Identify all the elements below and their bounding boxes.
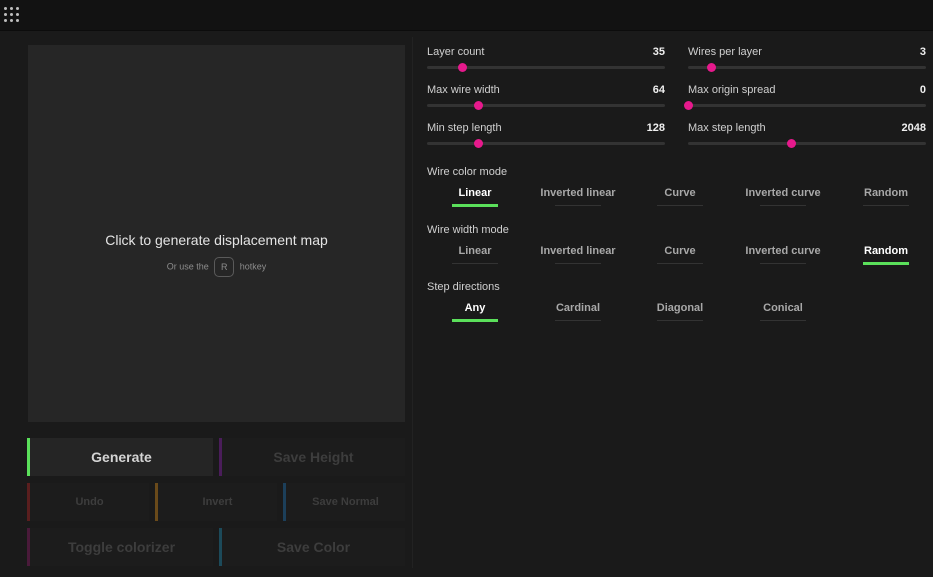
- option-label: Diagonal: [656, 302, 704, 314]
- step-directions-label: Step directions: [427, 281, 500, 293]
- option-underline: [452, 204, 498, 207]
- slider-thumb[interactable]: [786, 139, 796, 148]
- slider-track[interactable]: [688, 63, 926, 72]
- max-step-length-slider[interactable]: Max step length 2048: [688, 113, 926, 148]
- wires-per-layer-slider[interactable]: Wires per layer 3: [688, 37, 926, 72]
- slider-thumb[interactable]: [684, 101, 693, 110]
- hint-prefix: Or use the: [166, 261, 209, 272]
- wire-width-option-linear[interactable]: Linear: [429, 243, 521, 264]
- wire-color-option-curve[interactable]: Curve: [634, 185, 726, 206]
- toggle-colorizer-button[interactable]: Toggle colorizer: [27, 528, 213, 566]
- option-underline: [760, 320, 806, 321]
- generate-button[interactable]: Generate: [27, 438, 213, 476]
- slider-thumb[interactable]: [473, 101, 483, 110]
- invert-button[interactable]: Invert: [155, 483, 277, 521]
- wire-width-option-curve[interactable]: Curve: [634, 243, 726, 264]
- option-underline: [555, 320, 601, 321]
- option-label: Linear: [458, 245, 492, 257]
- option-label: Random: [864, 245, 908, 257]
- slider-track[interactable]: [688, 139, 926, 148]
- option-label: Inverted linear: [540, 245, 616, 257]
- displacement-map-preview[interactable]: Click to generate displacement map Or us…: [28, 45, 405, 422]
- preview-title: Click to generate displacement map: [105, 232, 328, 248]
- save-height-button[interactable]: Save Height: [219, 438, 405, 476]
- option-label: Any: [464, 302, 486, 314]
- option-underline: [657, 205, 703, 206]
- option-label: Curve: [664, 187, 696, 199]
- slider-value: 0: [919, 84, 926, 96]
- wire-color-mode-label: Wire color mode: [427, 166, 508, 178]
- step-direction-option-diagonal[interactable]: Diagonal: [634, 300, 726, 321]
- wire-width-option-random[interactable]: Random: [840, 243, 932, 265]
- option-label: Curve: [664, 245, 696, 257]
- step-direction-option-cardinal[interactable]: Cardinal: [532, 300, 624, 321]
- option-label: Random: [864, 187, 908, 199]
- option-underline: [555, 263, 601, 264]
- panel-divider: [412, 37, 413, 568]
- hint-suffix: hotkey: [239, 261, 267, 272]
- slider-track[interactable]: [427, 63, 665, 72]
- slider-label: Max origin spread: [688, 84, 776, 96]
- slider-label: Layer count: [427, 46, 485, 58]
- option-underline: [452, 319, 498, 322]
- slider-value: 128: [646, 122, 665, 134]
- option-underline: [760, 263, 806, 264]
- step-direction-option-conical[interactable]: Conical: [737, 300, 829, 321]
- option-label: Linear: [458, 187, 492, 199]
- option-underline: [863, 205, 909, 206]
- apps-grid-icon[interactable]: [4, 7, 20, 23]
- wire-color-option-inverted-linear[interactable]: Inverted linear: [532, 185, 624, 206]
- option-underline: [452, 263, 498, 264]
- option-underline: [657, 320, 703, 321]
- option-label: Inverted curve: [745, 187, 821, 199]
- save-color-button[interactable]: Save Color: [219, 528, 405, 566]
- slider-label: Wires per layer: [688, 46, 762, 58]
- slider-thumb[interactable]: [706, 63, 716, 72]
- step-direction-option-any[interactable]: Any: [429, 300, 521, 322]
- slider-label: Max wire width: [427, 84, 500, 96]
- preview-hint: Or use the R hotkey: [28, 257, 405, 277]
- left-panel: Click to generate displacement map Or us…: [20, 37, 412, 573]
- slider-track[interactable]: [684, 101, 926, 110]
- slider-track[interactable]: [427, 139, 665, 148]
- option-label: Inverted curve: [745, 245, 821, 257]
- slider-thumb[interactable]: [457, 63, 467, 72]
- layer-count-slider[interactable]: Layer count 35: [427, 37, 665, 72]
- option-underline: [863, 262, 909, 265]
- wire-color-option-random[interactable]: Random: [840, 185, 932, 206]
- option-label: Conical: [763, 302, 803, 314]
- min-step-length-slider[interactable]: Min step length 128: [427, 113, 665, 148]
- top-bar: [0, 0, 933, 31]
- slider-value: 64: [652, 84, 665, 96]
- max-wire-width-slider[interactable]: Max wire width 64: [427, 75, 665, 110]
- wire-width-option-inverted-curve[interactable]: Inverted curve: [737, 243, 829, 264]
- max-origin-spread-slider[interactable]: Max origin spread 0: [684, 75, 926, 110]
- slider-track[interactable]: [427, 101, 665, 110]
- save-normal-button[interactable]: Save Normal: [283, 483, 405, 521]
- slider-thumb[interactable]: [473, 139, 483, 148]
- slider-value: 3: [919, 46, 926, 58]
- slider-value: 2048: [901, 122, 926, 134]
- slider-value: 35: [652, 46, 665, 58]
- option-underline: [555, 205, 601, 206]
- option-label: Inverted linear: [540, 187, 616, 199]
- option-underline: [760, 205, 806, 206]
- wire-width-mode-label: Wire width mode: [427, 224, 509, 236]
- option-label: Cardinal: [555, 302, 600, 314]
- undo-button[interactable]: Undo: [27, 483, 149, 521]
- slider-label: Min step length: [427, 122, 502, 134]
- wire-width-option-inverted-linear[interactable]: Inverted linear: [532, 243, 624, 264]
- option-underline: [657, 263, 703, 264]
- wire-color-option-inverted-curve[interactable]: Inverted curve: [737, 185, 829, 206]
- slider-label: Max step length: [688, 122, 766, 134]
- hotkey-badge: R: [214, 257, 235, 277]
- wire-color-option-linear[interactable]: Linear: [429, 185, 521, 207]
